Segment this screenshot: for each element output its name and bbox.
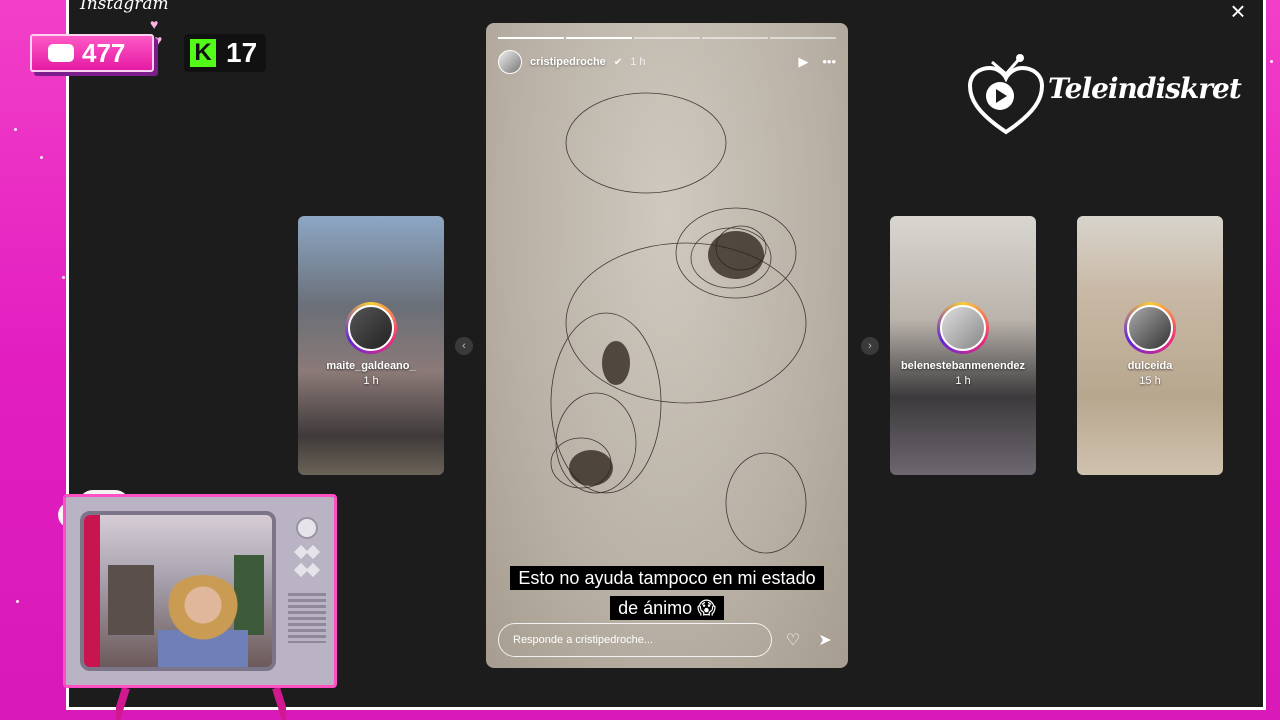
more-icon[interactable]: •••	[822, 54, 836, 70]
webcam-tv-frame	[63, 494, 337, 688]
kick-icon: K	[190, 39, 216, 67]
tv-speaker	[288, 593, 326, 643]
sparkle	[16, 600, 19, 603]
story-time: 1 h	[630, 56, 646, 68]
heart-icon[interactable]: ♡	[782, 630, 804, 650]
story-preview-time: 15 h	[1139, 375, 1161, 387]
story-preview-time: 1 h	[363, 375, 379, 387]
youtube-viewer-count: 477	[82, 37, 126, 68]
tv-legs	[116, 688, 286, 720]
sparkle	[1270, 60, 1273, 63]
webcam-feed	[80, 511, 276, 671]
story-preview-maite-galdeano[interactable]: maite_galdeano_ 1 h	[298, 216, 444, 475]
story-header: cristipedroche ✔ 1 h ▶ •••	[498, 49, 836, 75]
instagram-logo: Instagram	[80, 0, 169, 14]
youtube-icon	[48, 44, 74, 62]
tv-controls	[288, 517, 326, 667]
story-preview-username: belenestebanmenendez	[900, 360, 1026, 372]
story-preview-username: dulceida	[1127, 360, 1173, 372]
caption-line-1: Esto no ayuda tampoco en mi estado	[510, 566, 824, 590]
chevron-right-icon[interactable]: ›	[861, 337, 879, 355]
sparkle	[14, 128, 17, 131]
heart-tv-icon	[967, 54, 1045, 135]
story-preview-belenestebanmenendez[interactable]: belenestebanmenendez 1 h	[890, 216, 1036, 475]
reply-input[interactable]: Responde a cristipedroche...	[498, 623, 772, 657]
chevron-left-icon[interactable]: ‹	[455, 337, 473, 355]
story-avatar	[345, 302, 397, 354]
story-progress	[498, 37, 836, 39]
kick-viewer-count: 17	[226, 37, 258, 68]
youtube-viewer-counter: 477	[30, 34, 154, 72]
active-story[interactable]: cristipedroche ✔ 1 h ▶ ••• Esto no ayuda…	[486, 23, 848, 668]
sparkle	[40, 156, 43, 159]
caption-line-2: de ánimo 😱	[610, 596, 724, 620]
story-avatar	[1124, 302, 1176, 354]
story-user-avatar[interactable]	[498, 50, 522, 74]
verified-icon: ✔	[613, 56, 623, 68]
kick-viewer-counter: K 17	[184, 34, 266, 72]
story-caption: Esto no ayuda tampoco en mi estado de án…	[486, 563, 848, 623]
story-avatar	[937, 302, 989, 354]
tv-knob-icon	[296, 517, 318, 539]
send-icon[interactable]: ➤	[814, 630, 836, 650]
story-preview-username: maite_galdeano_	[326, 360, 416, 372]
streamer	[158, 575, 248, 667]
reply-bar: Responde a cristipedroche... ♡ ➤	[498, 623, 836, 657]
close-button[interactable]: ×	[1226, 0, 1250, 24]
story-username[interactable]: cristipedroche	[530, 56, 606, 68]
play-icon[interactable]: ▶	[798, 54, 808, 70]
brand-name: Teleindiskret	[1048, 72, 1242, 105]
story-preview-time: 1 h	[955, 375, 971, 387]
sparkle	[62, 276, 65, 279]
story-preview-dulceida[interactable]: dulceida 15 h	[1077, 216, 1223, 475]
brand-logo: Teleindiskret	[967, 52, 1242, 136]
